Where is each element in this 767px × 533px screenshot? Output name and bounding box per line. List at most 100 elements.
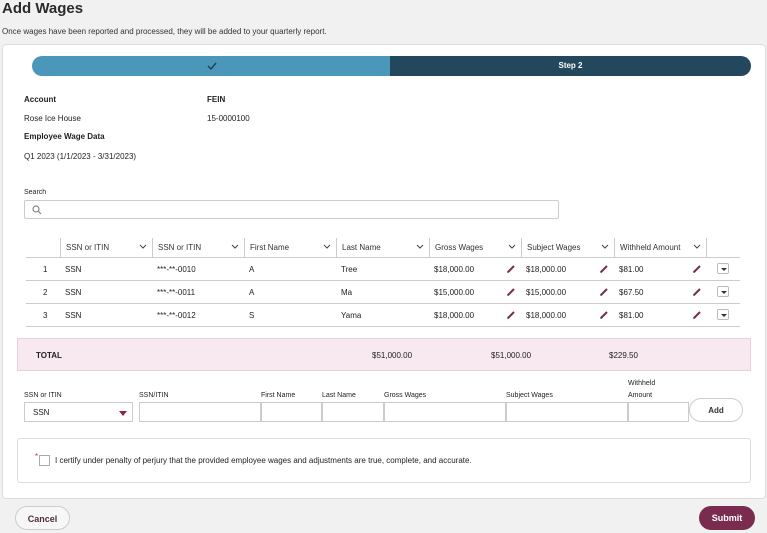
ssn-type-select[interactable]: SSN xyxy=(24,402,133,422)
total-subject-wages: $51,000.00 xyxy=(491,351,532,360)
pencil-icon[interactable] xyxy=(692,287,702,297)
certify-checkbox[interactable] xyxy=(39,455,50,466)
total-bar: TOTAL $51,000.00 $51,000.00 $229.50 xyxy=(17,338,751,371)
row-first-name: A xyxy=(249,265,255,274)
row-subject-wages: $18,000.00 xyxy=(526,265,567,274)
subject-wages-input[interactable] xyxy=(506,402,628,422)
row-ssn: ***-**-0012 xyxy=(157,311,196,320)
row-gross-wages: $18,000.00 xyxy=(434,265,475,274)
row-number: 2 xyxy=(43,288,48,297)
col-ssn-type[interactable]: SSN or ITIN xyxy=(60,238,152,258)
total-label: TOTAL xyxy=(36,351,62,360)
account-value: Rose Ice House xyxy=(24,114,81,123)
row-first-name: A xyxy=(249,288,255,297)
total-withheld-amount: $229.50 xyxy=(609,351,638,360)
wage-card: Step 2 Account FEIN Rose Ice House 15-00… xyxy=(2,44,766,499)
gross-wages-input[interactable] xyxy=(384,402,506,422)
row-ssn-type: SSN xyxy=(65,311,82,320)
col-withheld-amount-label: Withheld Amount xyxy=(620,243,681,252)
cancel-button[interactable]: Cancel xyxy=(15,506,70,530)
row-gross-wages: $18,000.00 xyxy=(434,311,475,320)
pencil-icon[interactable] xyxy=(692,264,702,274)
withheld-label-line-2: Amount xyxy=(628,392,653,399)
col-first-name-label: First Name xyxy=(250,243,290,252)
pencil-icon[interactable] xyxy=(506,310,516,320)
col-subject-wages-label: Subject Wages xyxy=(527,243,581,252)
col-withheld-amount[interactable]: Withheld Amount xyxy=(614,238,707,258)
withheld-amount-input[interactable] xyxy=(628,402,689,422)
col-last-name[interactable]: Last Name xyxy=(336,238,429,258)
chevron-down-icon xyxy=(231,244,239,249)
chevron-down-icon xyxy=(693,244,701,249)
pencil-icon[interactable] xyxy=(599,264,609,274)
search-icon xyxy=(32,205,42,215)
total-gross-wages: $51,000.00 xyxy=(372,351,413,360)
account-label: Account xyxy=(24,95,56,104)
step-2-label: Step 2 xyxy=(558,61,583,70)
submit-button[interactable]: Submit xyxy=(699,506,755,530)
pencil-icon[interactable] xyxy=(599,287,609,297)
pencil-icon[interactable] xyxy=(506,264,516,274)
col-gross-wages-label: Gross Wages xyxy=(435,243,484,252)
col-subject-wages[interactable]: Subject Wages xyxy=(521,238,614,258)
col-first-name[interactable]: First Name xyxy=(244,238,336,258)
check-icon xyxy=(207,62,217,71)
fein-value: 15-0000100 xyxy=(207,114,250,123)
first-name-label: First Name xyxy=(261,392,296,399)
page-title: Add Wages xyxy=(2,0,84,17)
col-ssn-label: SSN or ITIN xyxy=(158,243,202,252)
row-number: 3 xyxy=(43,311,48,320)
row-withheld-amount: $81.00 xyxy=(619,265,644,274)
table-row: 3 SSN ***-**-0012 S Yama $18,000.00 $18,… xyxy=(26,304,740,327)
row-withheld-amount: $81.00 xyxy=(619,311,644,320)
ssn-input[interactable] xyxy=(139,402,261,422)
chevron-down-icon xyxy=(508,244,516,249)
ssn-type-label: SSN or ITIN xyxy=(24,392,62,399)
row-expand-toggle[interactable] xyxy=(717,309,729,320)
row-first-name: S xyxy=(249,311,255,320)
last-name-input[interactable] xyxy=(322,402,384,422)
chevron-down-icon xyxy=(601,244,609,249)
quarter-value: Q1 2023 (1/1/2023 - 3/31/2023) xyxy=(24,152,137,161)
subject-wages-label: Subject Wages xyxy=(506,392,553,399)
caret-down-icon xyxy=(119,411,127,416)
step-1 xyxy=(32,56,394,76)
row-expand-toggle[interactable] xyxy=(717,263,729,274)
col-gross-wages[interactable]: Gross Wages xyxy=(429,238,521,258)
ssn-type-value: SSN xyxy=(33,408,50,417)
withheld-label-line-1: Withheld xyxy=(628,380,656,387)
row-number: 1 xyxy=(43,265,48,274)
certify-text: I certify under penalty of perjury that … xyxy=(55,456,472,465)
wage-data-label: Employee Wage Data xyxy=(24,132,105,141)
table-row: 1 SSN ***-**-0010 A Tree $18,000.00 $18,… xyxy=(26,258,740,281)
pencil-icon[interactable] xyxy=(599,310,609,320)
row-ssn-type: SSN xyxy=(65,288,82,297)
stepper: Step 2 xyxy=(32,56,751,76)
chevron-down-icon xyxy=(139,244,147,249)
first-name-input[interactable] xyxy=(261,402,322,422)
row-withheld-amount: $67.50 xyxy=(619,288,644,297)
col-ssn[interactable]: SSN or ITIN xyxy=(152,238,244,258)
search-input[interactable] xyxy=(24,200,559,219)
row-ssn: ***-**-0010 xyxy=(157,265,196,274)
required-asterisk: * xyxy=(35,452,39,461)
row-last-name: Ma xyxy=(341,288,353,297)
row-ssn-type: SSN xyxy=(65,265,82,274)
table-header: SSN or ITIN SSN or ITIN First Name Last … xyxy=(26,238,740,258)
pencil-icon[interactable] xyxy=(692,310,702,320)
add-button[interactable]: Add xyxy=(689,398,743,422)
search-label: Search xyxy=(24,189,47,196)
row-gross-wages: $15,000.00 xyxy=(434,288,475,297)
row-ssn: ***-**-0011 xyxy=(157,288,196,297)
gross-wages-label: Gross Wages xyxy=(384,392,427,399)
row-last-name: Yama xyxy=(341,311,362,320)
col-last-name-label: Last Name xyxy=(342,243,381,252)
page-subtitle: Once wages have been reported and proces… xyxy=(2,27,327,36)
row-subject-wages: $15,000.00 xyxy=(526,288,567,297)
certify-box: * I certify under penalty of perjury tha… xyxy=(17,438,751,483)
last-name-label: Last Name xyxy=(322,392,356,399)
chevron-down-icon xyxy=(416,244,424,249)
pencil-icon[interactable] xyxy=(506,287,516,297)
table-row: 2 SSN ***-**-0011 A Ma $15,000.00 $15,00… xyxy=(26,281,740,304)
row-expand-toggle[interactable] xyxy=(717,286,729,297)
